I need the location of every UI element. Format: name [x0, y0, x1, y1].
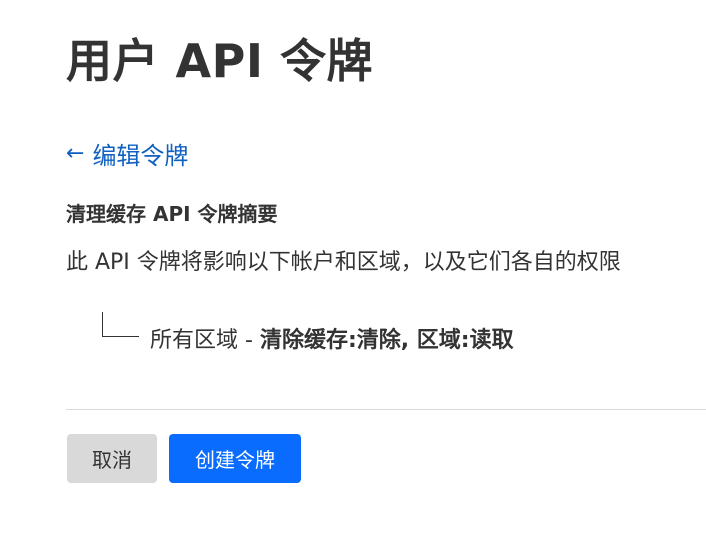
permission-item: 所有区域 - 清除缓存:清除, 区域:读取	[150, 322, 514, 354]
permission-scope: 所有区域	[150, 328, 239, 353]
tree-connector	[102, 312, 139, 337]
edit-token-back-link[interactable]: ← 编辑令牌	[66, 136, 188, 171]
divider	[66, 409, 706, 410]
cancel-button[interactable]: 取消	[67, 434, 157, 483]
back-link-label: 编辑令牌	[92, 142, 189, 170]
permission-list: 清除缓存:清除, 区域:读取	[259, 328, 514, 353]
page-title: 用户 API 令牌	[66, 34, 373, 88]
permission-separator: -	[238, 328, 260, 353]
token-summary-page: 用户 API 令牌 ← 编辑令牌 清理缓存 API 令牌摘要 此 API 令牌将…	[0, 0, 706, 533]
summary-description: 此 API 令牌将影响以下帐户和区域，以及它们各自的权限	[66, 250, 621, 275]
summary-heading: 清理缓存 API 令牌摘要	[66, 202, 278, 226]
create-token-button[interactable]: 创建令牌	[169, 434, 301, 483]
arrow-left-icon: ←	[66, 140, 85, 166]
